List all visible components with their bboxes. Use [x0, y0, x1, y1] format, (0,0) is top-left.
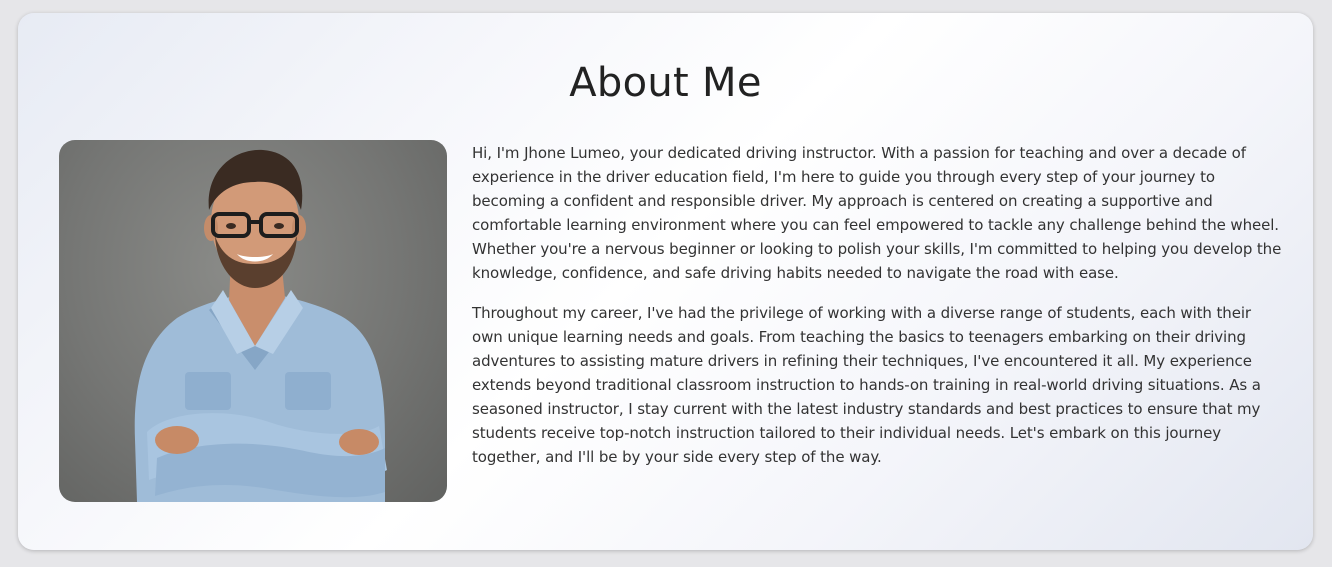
section-title: About Me [569, 60, 762, 106]
about-text: Hi, I'm Jhone Lumeo, your dedicated driv… [472, 141, 1284, 485]
about-paragraph-career: Throughout my career, I've had the privi… [472, 304, 1261, 466]
about-paragraph-intro: Hi, I'm Jhone Lumeo, your dedicated driv… [472, 144, 1282, 282]
instructor-photo [59, 140, 447, 502]
about-me-card: About Me Hi, I'm Jhone Lumeo, your dedic… [18, 13, 1313, 550]
